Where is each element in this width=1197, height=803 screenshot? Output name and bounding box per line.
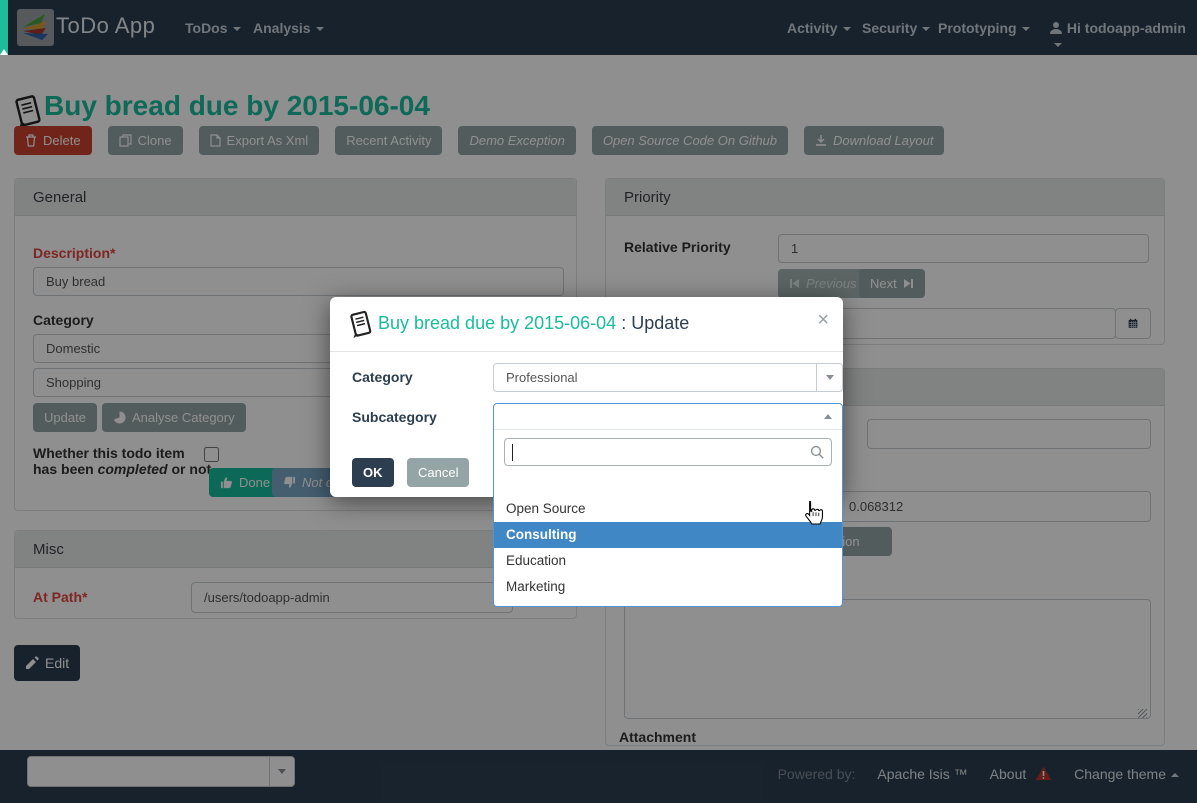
search-icon [810, 445, 825, 460]
dialog-header: Buy bread due by 2015-06-04 : Update × [330, 297, 843, 352]
todo-item-icon [346, 309, 374, 344]
subcategory-selection[interactable] [494, 404, 842, 430]
subcategory-search-input[interactable] [504, 438, 832, 466]
mouse-cursor-icon [799, 500, 825, 533]
subcategory-options: Open Source Consulting Education Marketi… [494, 470, 842, 606]
app-page: ToDo App ToDos Analysis Activity Securit… [0, 0, 1197, 803]
modal-subcategory-label: Subcategory [352, 409, 437, 425]
option-empty[interactable] [494, 474, 842, 496]
option-education[interactable]: Education [494, 548, 842, 574]
update-dialog: Buy bread due by 2015-06-04 : Update × C… [330, 297, 843, 497]
text-cursor [512, 444, 513, 461]
close-icon[interactable]: × [817, 309, 829, 332]
option-open-source[interactable]: Open Source [494, 496, 842, 522]
select-arrow-icon [816, 364, 842, 391]
cancel-button[interactable]: Cancel [407, 458, 469, 487]
dialog-title: Buy bread due by 2015-06-04 : Update [378, 313, 689, 334]
option-marketing[interactable]: Marketing [494, 574, 842, 600]
debug-bar-strip[interactable] [0, 0, 8, 55]
caret-up-icon [824, 414, 832, 419]
ok-button[interactable]: OK [352, 458, 394, 487]
option-consulting[interactable]: Consulting [494, 522, 842, 548]
modal-category-select[interactable]: Professional [493, 363, 843, 392]
modal-category-label: Category [352, 369, 413, 385]
debug-bar-notch-icon [0, 49, 8, 55]
modal-subcategory-select-open[interactable]: Open Source Consulting Education Marketi… [493, 403, 843, 607]
